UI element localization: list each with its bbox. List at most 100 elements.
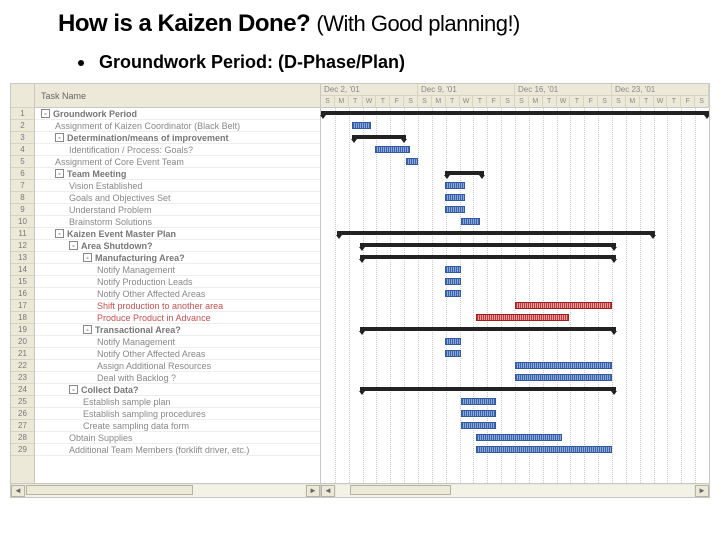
gantt-row [321, 168, 709, 180]
task-bar[interactable] [352, 122, 371, 129]
task-bar[interactable] [461, 218, 480, 225]
outline-toggle-icon[interactable]: - [55, 229, 64, 238]
task-label: Assignment of Kaizen Coordinator (Black … [55, 121, 240, 131]
day-header: S [612, 96, 626, 108]
task-row[interactable]: Vision Established [35, 180, 320, 192]
scroll-left-icon[interactable]: ◄ [321, 485, 335, 497]
task-bar[interactable] [461, 422, 496, 429]
task-bar[interactable] [445, 290, 461, 297]
outline-toggle-icon[interactable]: - [41, 109, 50, 118]
row-number: 16 [11, 288, 34, 300]
task-row[interactable]: Establish sample plan [35, 396, 320, 408]
day-header: T [640, 96, 654, 108]
task-row[interactable]: -Area Shutdown? [35, 240, 320, 252]
task-row[interactable]: Notify Other Affected Areas [35, 348, 320, 360]
task-row[interactable]: Notify Management [35, 336, 320, 348]
outline-toggle-icon[interactable]: - [69, 241, 78, 250]
gantt-row [321, 372, 709, 384]
task-label: Additional Team Members (forklift driver… [69, 445, 249, 455]
task-bar[interactable] [461, 398, 496, 405]
task-row[interactable]: Understand Problem [35, 204, 320, 216]
task-bar[interactable] [515, 362, 612, 369]
task-row[interactable]: Establish sampling procedures [35, 408, 320, 420]
timeline-header: Dec 2, '01Dec 9, '01Dec 16, '01Dec 23, '… [321, 84, 709, 108]
task-label: Notify Management [97, 265, 175, 275]
gantt-row [321, 324, 709, 336]
task-bar[interactable] [375, 146, 410, 153]
task-row[interactable]: -Transactional Area? [35, 324, 320, 336]
task-label: Notify Management [97, 337, 175, 347]
week-header: Dec 9, '01 [418, 84, 515, 95]
gantt-row [321, 444, 709, 456]
bullet-text: Groundwork Period: (D-Phase/Plan) [99, 52, 405, 72]
task-row[interactable]: Assignment of Kaizen Coordinator (Black … [35, 120, 320, 132]
task-bar[interactable] [445, 350, 461, 357]
summary-bar[interactable] [360, 327, 616, 331]
summary-bar[interactable] [360, 243, 616, 247]
task-bar[interactable] [476, 434, 561, 441]
task-row[interactable]: Assign Additional Resources [35, 360, 320, 372]
task-row[interactable]: -Team Meeting [35, 168, 320, 180]
summary-bar[interactable] [445, 171, 484, 175]
outline-toggle-icon[interactable]: - [55, 169, 64, 178]
outline-toggle-icon[interactable]: - [55, 133, 64, 142]
gantt-row [321, 180, 709, 192]
task-row[interactable]: Shift production to another area [35, 300, 320, 312]
scroll-thumb[interactable] [26, 485, 193, 495]
task-bar[interactable] [445, 182, 464, 189]
task-row[interactable]: Obtain Supplies [35, 432, 320, 444]
week-header: Dec 16, '01 [515, 84, 612, 95]
task-row[interactable]: Additional Team Members (forklift driver… [35, 444, 320, 456]
task-bar[interactable] [445, 278, 461, 285]
task-row[interactable]: Create sampling data form [35, 420, 320, 432]
scroll-thumb[interactable] [350, 485, 450, 495]
task-row[interactable]: Produce Product in Advance [35, 312, 320, 324]
timeline-scrollbar-horizontal[interactable]: ◄ ► [321, 483, 709, 497]
day-header: T [446, 96, 460, 108]
task-scrollbar-horizontal[interactable]: ◄ ► [11, 483, 321, 497]
week-header: Dec 23, '01 [612, 84, 709, 95]
task-bar[interactable] [515, 374, 612, 381]
outline-toggle-icon[interactable]: - [83, 253, 92, 262]
task-bar[interactable] [476, 446, 612, 453]
outline-toggle-icon[interactable]: - [69, 385, 78, 394]
task-row[interactable]: Notify Production Leads [35, 276, 320, 288]
task-bar[interactable] [515, 302, 612, 309]
task-bar[interactable] [445, 266, 461, 273]
task-bar[interactable] [476, 314, 569, 321]
gantt-row [321, 276, 709, 288]
task-row[interactable]: -Determination/means of improvement [35, 132, 320, 144]
task-row[interactable]: -Groundwork Period [35, 108, 320, 120]
task-row[interactable]: Identification / Process: Goals? [35, 144, 320, 156]
task-bar[interactable] [406, 158, 418, 165]
scroll-track[interactable] [336, 485, 694, 497]
task-row[interactable]: Brainstorm Solutions [35, 216, 320, 228]
scroll-right-icon[interactable]: ► [695, 485, 709, 497]
row-number: 28 [11, 432, 34, 444]
outline-toggle-icon[interactable]: - [83, 325, 92, 334]
summary-bar[interactable] [321, 111, 709, 115]
scroll-left-icon[interactable]: ◄ [11, 485, 25, 497]
task-row[interactable]: -Manufacturing Area? [35, 252, 320, 264]
row-number: 4 [11, 144, 34, 156]
task-bar[interactable] [445, 194, 464, 201]
task-bar[interactable] [445, 206, 464, 213]
task-bar[interactable] [461, 410, 496, 417]
task-row[interactable]: -Kaizen Event Master Plan [35, 228, 320, 240]
summary-bar[interactable] [360, 387, 616, 391]
summary-bar[interactable] [360, 255, 616, 259]
task-row[interactable]: Deal with Backlog ? [35, 372, 320, 384]
scroll-track[interactable] [26, 485, 305, 497]
task-bar[interactable] [445, 338, 461, 345]
row-number: 14 [11, 264, 34, 276]
scroll-right-icon[interactable]: ► [306, 485, 320, 497]
gantt-row [321, 216, 709, 228]
summary-bar[interactable] [352, 135, 406, 139]
task-row[interactable]: Goals and Objectives Set [35, 192, 320, 204]
summary-bar[interactable] [337, 231, 655, 235]
task-row[interactable]: Notify Other Affected Areas [35, 288, 320, 300]
task-row[interactable]: -Collect Data? [35, 384, 320, 396]
task-row[interactable]: Assignment of Core Event Team [35, 156, 320, 168]
day-header: W [654, 96, 668, 108]
task-row[interactable]: Notify Management [35, 264, 320, 276]
